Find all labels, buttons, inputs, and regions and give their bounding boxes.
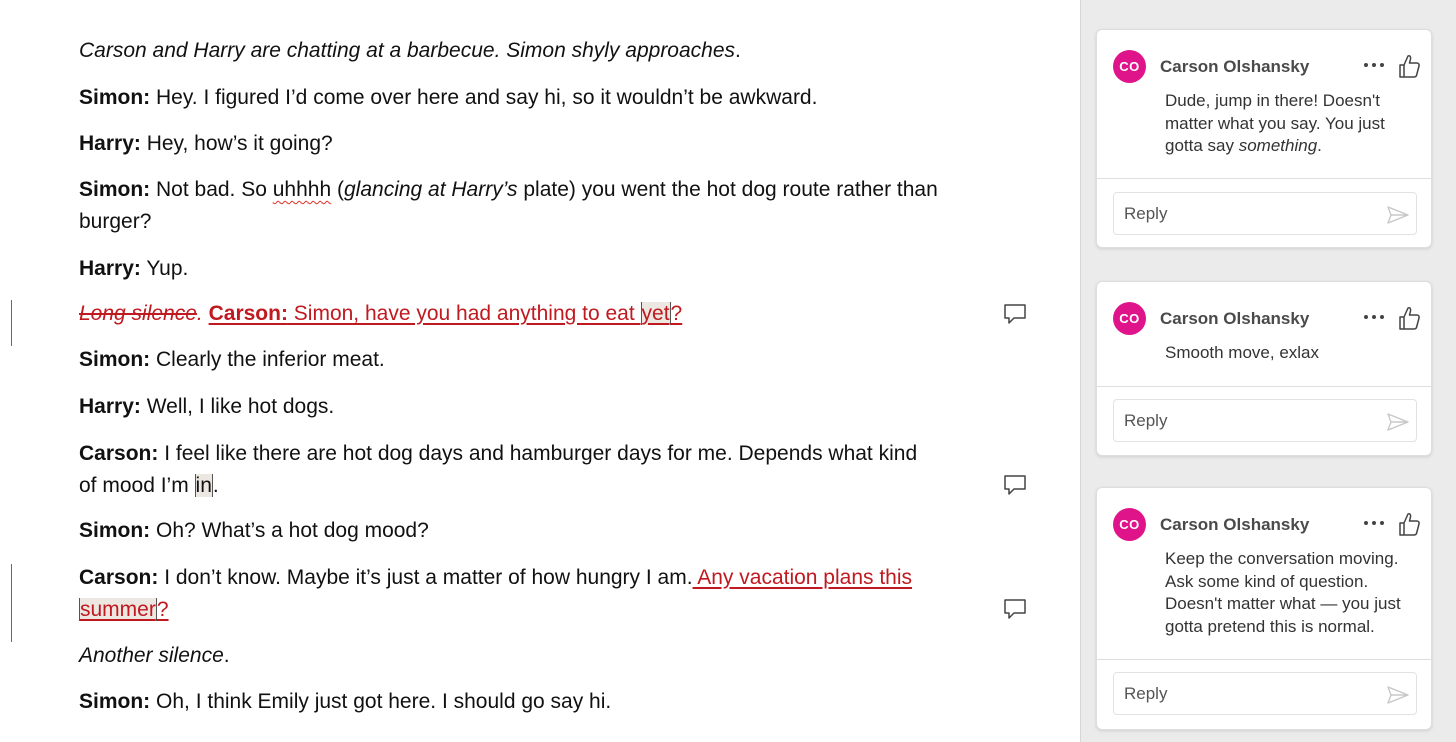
divider bbox=[1097, 386, 1431, 387]
speaker-label: Simon: bbox=[79, 86, 151, 109]
paragraph[interactable]: Simon: Oh? What’s a hot dog mood? bbox=[79, 515, 939, 547]
change-bar bbox=[11, 300, 12, 346]
commented-text[interactable]: in bbox=[194, 474, 213, 497]
comments-pane: CO Carson Olshansky Dude, jump in there!… bbox=[1080, 0, 1456, 742]
comment-icon[interactable] bbox=[1002, 596, 1028, 622]
avatar: CO bbox=[1113, 302, 1146, 335]
dialogue-text: Hey. I figured I’d come over here and sa… bbox=[150, 86, 818, 109]
spelling-error[interactable]: uhhhh bbox=[273, 178, 331, 201]
comment-text: Smooth move, exlax bbox=[1165, 343, 1320, 362]
paragraph[interactable]: Another silence. bbox=[79, 640, 939, 672]
paragraph[interactable]: Carson: I feel like there are hot dog da… bbox=[79, 438, 939, 502]
speaker-label: Simon: bbox=[79, 348, 151, 371]
thumbs-up-icon[interactable] bbox=[1396, 52, 1422, 80]
more-options-icon[interactable] bbox=[1361, 54, 1387, 76]
paragraph[interactable]: Harry: Hey, how’s it going? bbox=[79, 128, 939, 160]
comment-icon[interactable] bbox=[1002, 472, 1028, 498]
avatar: CO bbox=[1113, 50, 1146, 83]
reply-input[interactable]: Reply bbox=[1113, 672, 1417, 715]
dialogue-text: Oh, I think Emily just got here. I shoul… bbox=[150, 690, 612, 713]
reply-placeholder: Reply bbox=[1124, 684, 1168, 703]
dialogue-text: Oh? What’s a hot dog mood? bbox=[150, 519, 429, 542]
inserted-speaker: Carson: bbox=[208, 302, 288, 325]
comment-card[interactable]: CO Carson Olshansky Keep the conversatio… bbox=[1096, 487, 1432, 730]
comment-author: Carson Olshansky bbox=[1160, 515, 1310, 534]
deleted-text: Long silence bbox=[79, 302, 197, 325]
speaker-label: Carson: bbox=[79, 566, 159, 589]
speaker-label: Harry: bbox=[79, 132, 141, 155]
divider bbox=[1097, 659, 1431, 660]
reply-input[interactable]: Reply bbox=[1113, 192, 1417, 235]
speaker-label: Harry: bbox=[79, 257, 141, 280]
speaker-label: Harry: bbox=[79, 395, 141, 418]
paragraph[interactable]: Carson: I don’t know. Maybe it’s just a … bbox=[79, 562, 939, 626]
more-options-icon[interactable] bbox=[1361, 512, 1387, 534]
thumbs-up-icon[interactable] bbox=[1396, 304, 1422, 332]
paragraph[interactable]: Harry: Well, I like hot dogs. bbox=[79, 391, 939, 423]
dialogue-text: Well, I like hot dogs. bbox=[140, 395, 335, 418]
comment-text: Dude, jump in there! Doesn't matter what… bbox=[1165, 91, 1385, 155]
divider bbox=[1097, 178, 1431, 179]
paragraph[interactable]: Simon: Oh, I think Emily just got here. … bbox=[79, 686, 939, 718]
change-bar bbox=[11, 564, 12, 642]
speaker-label: Simon: bbox=[79, 519, 151, 542]
inserted-text: Any vacation plans this bbox=[692, 566, 913, 589]
commented-text[interactable]: summer bbox=[79, 598, 157, 621]
reply-placeholder: Reply bbox=[1124, 411, 1168, 430]
thumbs-up-icon[interactable] bbox=[1396, 510, 1422, 538]
comment-author: Carson Olshansky bbox=[1160, 57, 1310, 76]
avatar: CO bbox=[1113, 508, 1146, 541]
more-options-icon[interactable] bbox=[1361, 306, 1387, 328]
speaker-label: Simon: bbox=[79, 178, 151, 201]
dialogue-text: Yup. bbox=[140, 257, 189, 280]
comment-card[interactable]: CO Carson Olshansky Smooth move, exlax R… bbox=[1096, 281, 1432, 456]
dialogue-text: Hey, how’s it going? bbox=[140, 132, 333, 155]
stage-direction: Carson and Harry are chatting at a barbe… bbox=[79, 39, 736, 62]
comment-author: Carson Olshansky bbox=[1160, 309, 1310, 328]
paragraph[interactable]: Carson and Harry are chatting at a barbe… bbox=[79, 35, 939, 67]
paragraph[interactable]: Harry: Yup. bbox=[79, 253, 939, 285]
commented-text[interactable]: yet bbox=[640, 302, 671, 325]
comment-card[interactable]: CO Carson Olshansky Dude, jump in there!… bbox=[1096, 29, 1432, 248]
inserted-text: Simon, have you had anything to eat bbox=[287, 302, 641, 325]
send-icon[interactable] bbox=[1386, 205, 1410, 225]
stage-direction: Another silence bbox=[79, 644, 224, 667]
paragraph[interactable]: Simon: Not bad. So uhhhh (glancing at Ha… bbox=[79, 174, 939, 238]
speaker-label: Simon: bbox=[79, 690, 151, 713]
dialogue-text: Clearly the inferior meat. bbox=[150, 348, 385, 371]
paragraph[interactable]: Simon: Hey. I figured I’d come over here… bbox=[79, 82, 939, 114]
document-canvas[interactable]: Carson and Harry are chatting at a barbe… bbox=[0, 0, 1080, 742]
comment-icon[interactable] bbox=[1002, 301, 1028, 327]
reply-placeholder: Reply bbox=[1124, 204, 1168, 223]
send-icon[interactable] bbox=[1386, 412, 1410, 432]
paragraph[interactable]: Simon: Clearly the inferior meat. bbox=[79, 344, 939, 376]
paragraph[interactable]: Long silence. Carson: Simon, have you ha… bbox=[79, 298, 939, 330]
send-icon[interactable] bbox=[1386, 685, 1410, 705]
speaker-label: Carson: bbox=[79, 442, 159, 465]
reply-input[interactable]: Reply bbox=[1113, 399, 1417, 442]
comment-text: Keep the conversation moving. Ask some k… bbox=[1165, 549, 1401, 636]
